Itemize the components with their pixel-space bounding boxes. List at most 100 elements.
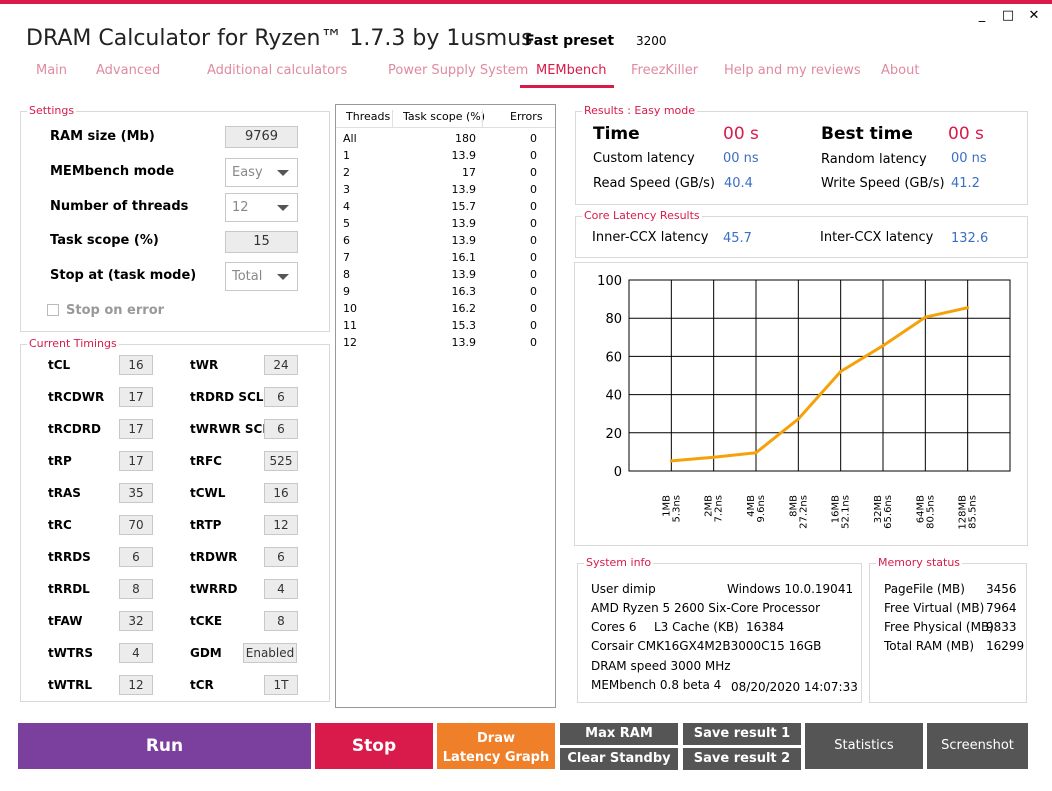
time-value: 00 s xyxy=(723,124,759,144)
errors-cell: 0 xyxy=(530,319,537,332)
header-divider xyxy=(482,110,483,128)
timing-value[interactable]: 12 xyxy=(119,675,153,695)
table-row[interactable]: 7 16.1 0 xyxy=(336,251,555,268)
statistics-button[interactable]: Statistics xyxy=(805,723,923,769)
core-latency-title: Core Latency Results xyxy=(582,209,702,222)
tab-about[interactable]: About xyxy=(881,63,919,78)
table-row[interactable]: 5 13.9 0 xyxy=(336,217,555,234)
tab-freezkiller[interactable]: FreezKiller xyxy=(631,63,698,78)
table-row[interactable]: 9 16.3 0 xyxy=(336,285,555,302)
timing-value[interactable]: 12 xyxy=(264,515,298,535)
task-scope-field[interactable]: 15 xyxy=(225,231,298,253)
table-row[interactable]: 2 17 0 xyxy=(336,166,555,183)
timing-label: tRFC xyxy=(190,454,222,468)
timing-value[interactable]: 35 xyxy=(119,483,153,503)
thread-cell: 4 xyxy=(343,200,350,213)
timing-value[interactable]: 4 xyxy=(119,643,153,663)
active-tab-indicator xyxy=(520,85,614,88)
save-result-2-button[interactable]: Save result 2 xyxy=(683,748,801,770)
errors-cell: 0 xyxy=(530,268,537,281)
tab-power-supply-system[interactable]: Power Supply System xyxy=(388,63,528,78)
timing-value[interactable]: 525 xyxy=(264,451,298,471)
timing-value[interactable]: 6 xyxy=(119,547,153,567)
timing-value[interactable]: 6 xyxy=(264,547,298,567)
threads-select[interactable]: 12 xyxy=(225,193,298,222)
thread-cell: 9 xyxy=(343,285,350,298)
table-row[interactable]: 8 13.9 0 xyxy=(336,268,555,285)
tab-membench[interactable]: MEMbench xyxy=(536,63,607,78)
minimize-button[interactable]: _ xyxy=(973,8,991,23)
close-button[interactable]: ✕ xyxy=(1025,8,1043,23)
timing-value[interactable]: Enabled xyxy=(243,643,297,663)
tab-advanced[interactable]: Advanced xyxy=(96,63,160,78)
x-tick-value-label: 85.5ns xyxy=(968,495,979,529)
save-result-1-button[interactable]: Save result 1 xyxy=(683,723,801,745)
errors-cell: 0 xyxy=(530,302,537,315)
table-row[interactable]: All 180 0 xyxy=(336,132,555,149)
max-ram-button[interactable]: Max RAM xyxy=(560,723,678,745)
timing-value[interactable]: 6 xyxy=(264,419,298,439)
timing-label: tRDRD SCL xyxy=(190,390,264,404)
data-point xyxy=(923,315,927,319)
latency-chart: 0204060801001MB 5.3ns 2MB 7.2ns 4MB 9.6ns 8MB 2… xyxy=(597,274,1011,530)
maximize-button[interactable]: □ xyxy=(999,8,1017,23)
table-row[interactable]: 4 15.7 0 xyxy=(336,200,555,217)
timing-value[interactable]: 4 xyxy=(264,579,298,599)
table-row[interactable]: 11 15.3 0 xyxy=(336,319,555,336)
tab-additional-calculators[interactable]: Additional calculators xyxy=(207,63,347,78)
timing-value[interactable]: 70 xyxy=(119,515,153,535)
tab-main[interactable]: Main xyxy=(36,63,67,78)
data-point xyxy=(966,306,970,310)
sys-datetime: 08/20/2020 14:07:33 xyxy=(731,680,858,694)
table-row[interactable]: 12 13.9 0 xyxy=(336,336,555,353)
run-button[interactable]: Run xyxy=(18,723,311,769)
table-row[interactable]: 6 13.9 0 xyxy=(336,234,555,251)
stop-at-select[interactable]: Total xyxy=(225,262,298,291)
table-row[interactable]: 1 13.9 0 xyxy=(336,149,555,166)
x-tick-value-label: 9.6ns xyxy=(756,495,767,522)
timing-label: tWR xyxy=(190,358,219,372)
timing-value[interactable]: 1T xyxy=(264,675,298,695)
timing-label: tWRWR SCL xyxy=(190,422,270,436)
timing-value[interactable]: 17 xyxy=(119,387,153,407)
clear-standby-button[interactable]: Clear Standby xyxy=(560,748,678,770)
table-row[interactable]: 10 16.2 0 xyxy=(336,302,555,319)
screenshot-button[interactable]: Screenshot xyxy=(927,723,1028,769)
tab-help-and-reviews[interactable]: Help and my reviews xyxy=(724,63,861,78)
membench-mode-select[interactable]: Easy xyxy=(225,158,298,187)
task-scope-cell: 180 xyxy=(455,132,476,145)
draw-latency-graph-button[interactable]: Draw Latency Graph xyxy=(437,723,555,769)
thread-cell: 6 xyxy=(343,234,350,247)
table-row[interactable]: 3 13.9 0 xyxy=(336,183,555,200)
timing-value[interactable]: 6 xyxy=(264,387,298,407)
timing-value[interactable]: 17 xyxy=(119,451,153,471)
stop-button[interactable]: Stop xyxy=(315,723,433,769)
timing-value[interactable]: 8 xyxy=(119,579,153,599)
timing-value[interactable]: 32 xyxy=(119,611,153,631)
stop-on-error-checkbox[interactable] xyxy=(47,304,59,316)
sys-membench-version: MEMbench 0.8 beta 4 xyxy=(591,678,722,692)
task-scope-cell: 13.9 xyxy=(451,183,477,196)
timing-label: tCR xyxy=(190,678,214,692)
timing-value[interactable]: 16 xyxy=(119,355,153,375)
timing-label: tRTP xyxy=(190,518,222,532)
ram-size-label: RAM size (Mb) xyxy=(50,129,155,144)
membench-mode-value: Easy xyxy=(232,165,263,180)
stop-at-value: Total xyxy=(232,269,263,284)
timing-value[interactable]: 24 xyxy=(264,355,298,375)
x-tick-value-label: 65.6ns xyxy=(883,495,894,529)
y-tick-label: 0 xyxy=(614,465,622,480)
time-label: Time xyxy=(593,124,640,144)
chevron-down-icon xyxy=(277,205,289,211)
draw-label-line1: Draw xyxy=(477,731,515,746)
timing-value[interactable]: 16 xyxy=(264,483,298,503)
ram-size-field[interactable]: 9769 xyxy=(225,126,298,148)
thread-cell: 3 xyxy=(343,183,350,196)
timing-value[interactable]: 8 xyxy=(264,611,298,631)
random-latency-value: 00 ns xyxy=(951,151,987,166)
draw-label-line2: Latency Graph xyxy=(442,750,550,765)
app-title: DRAM Calculator for Ryzen™ 1.7.3 by 1usm… xyxy=(26,26,533,51)
errors-cell: 0 xyxy=(530,149,537,162)
timing-value[interactable]: 17 xyxy=(119,419,153,439)
threads-table[interactable]: Threads Task scope (%) Errors All 180 0 1 13… xyxy=(335,104,556,708)
